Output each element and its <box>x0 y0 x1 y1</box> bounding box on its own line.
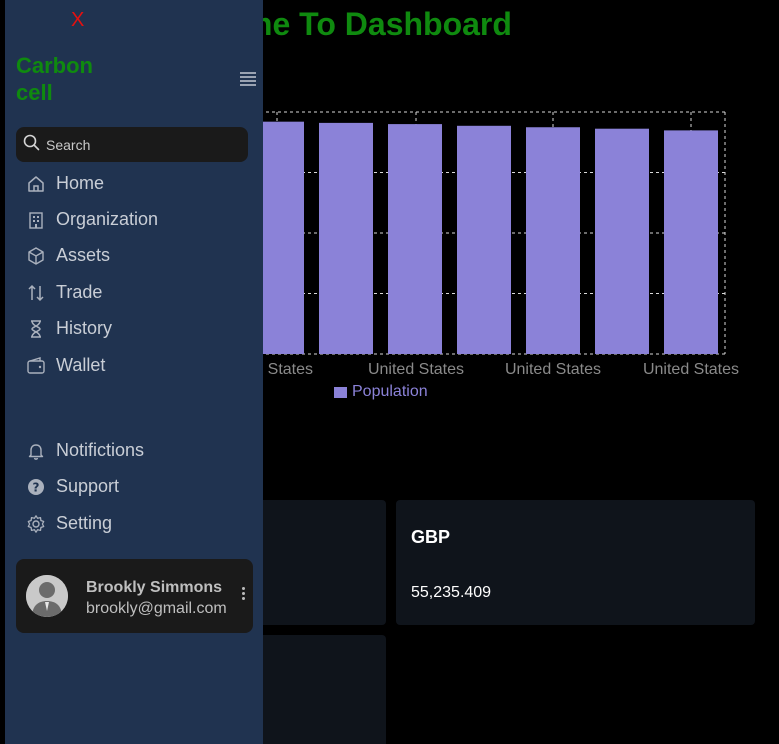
card-value: 55,235.409 <box>411 584 492 601</box>
user-email: brookly@gmail.com <box>86 600 227 617</box>
help-icon: ? <box>26 477 46 497</box>
chart-bar <box>526 127 580 354</box>
wallet-icon <box>26 356 46 376</box>
brand-logo-text: Carbon cell <box>16 53 93 105</box>
card-title: GBP <box>411 527 451 547</box>
x-tick-label: United States <box>643 361 739 378</box>
nav-item-notifications[interactable]: Notifictions <box>26 440 144 461</box>
more-options-icon[interactable] <box>242 587 246 602</box>
nav-item-assets[interactable]: Assets <box>26 245 110 266</box>
nav-label: Wallet <box>56 355 106 375</box>
hourglass-icon <box>26 319 46 339</box>
cube-icon <box>26 246 46 266</box>
search-input[interactable] <box>46 136 236 153</box>
search-box[interactable] <box>16 127 248 162</box>
nav-label: Support <box>56 476 120 496</box>
building-icon <box>26 210 46 230</box>
user-name: Brookly Simmons <box>86 579 223 596</box>
close-sidebar-button[interactable]: X <box>71 9 84 32</box>
nav-label: Setting <box>56 513 113 533</box>
nav-item-wallet[interactable]: Wallet <box>26 355 105 376</box>
nav-label: Assets <box>56 245 111 265</box>
nav-item-support[interactable]: ? Support <box>26 476 119 497</box>
legend-swatch <box>334 386 347 398</box>
x-tick-label: United States <box>368 361 464 378</box>
chart-bar <box>457 125 511 354</box>
nav-label: Home <box>56 173 105 193</box>
chart-bar <box>388 124 442 354</box>
nav-item-organization[interactable]: Organization <box>26 209 158 230</box>
menu-icon[interactable] <box>240 72 256 86</box>
nav-label: History <box>56 318 113 338</box>
search-icon <box>23 134 40 156</box>
chart-bar <box>319 122 373 354</box>
sidebar: X Carbon cell Home Organization Assets T… <box>5 0 263 744</box>
legend-label: Population <box>352 383 428 400</box>
nav-item-trade[interactable]: Trade <box>26 282 102 303</box>
home-icon <box>26 174 46 194</box>
nav-label: Notifictions <box>56 440 145 460</box>
svg-text:?: ? <box>33 480 40 494</box>
arrows-updown-icon <box>26 283 46 303</box>
nav-label: Organization <box>56 209 159 229</box>
nav-label: Trade <box>56 282 103 302</box>
nav-item-home[interactable]: Home <box>26 173 104 194</box>
user-profile-card[interactable]: Brookly Simmons brookly@gmail.com <box>16 559 253 633</box>
currency-card-gbp: GBP 55,235.409 <box>396 500 755 625</box>
nav-item-setting[interactable]: Setting <box>26 513 112 534</box>
bell-icon <box>26 441 46 461</box>
gear-icon <box>26 514 46 534</box>
chart-legend[interactable]: Population <box>334 383 428 401</box>
nav-item-history[interactable]: History <box>26 318 112 339</box>
chart-bar <box>664 130 718 354</box>
chart-bar <box>595 128 649 354</box>
x-tick-label: United States <box>505 361 601 378</box>
avatar <box>26 575 68 617</box>
